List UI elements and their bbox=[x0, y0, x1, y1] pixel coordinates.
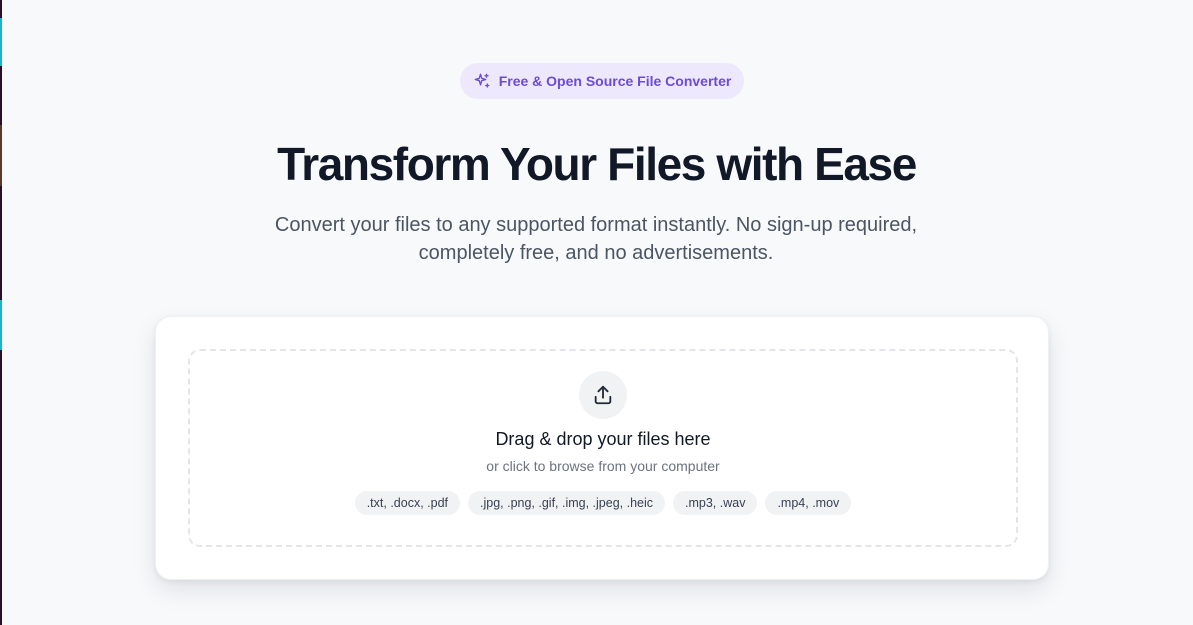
format-chip-video: .mp4, .mov bbox=[765, 491, 852, 515]
hero-badge: Free & Open Source File Converter bbox=[460, 63, 744, 99]
badge-label: Free & Open Source File Converter bbox=[498, 73, 732, 89]
file-dropzone[interactable]: Drag & drop your files here or click to … bbox=[188, 349, 1018, 547]
page-title: Transform Your Files with Ease bbox=[277, 138, 917, 190]
page-subtitle: Convert your files to any supported form… bbox=[274, 214, 918, 264]
upload-card: Drag & drop your files here or click to … bbox=[155, 316, 1049, 580]
sparkles-icon bbox=[473, 72, 491, 90]
format-chip-documents: .txt, .docx, .pdf bbox=[354, 491, 460, 515]
dropzone-title: Drag & drop your files here bbox=[495, 429, 711, 449]
upload-icon-circle bbox=[579, 371, 627, 419]
format-chip-audio: .mp3, .wav bbox=[673, 491, 758, 515]
upload-icon bbox=[592, 384, 614, 406]
dropzone-subtitle: or click to browse from your computer bbox=[486, 458, 720, 474]
supported-formats: .txt, .docx, .pdf .jpg, .png, .gif, .img… bbox=[190, 491, 1016, 515]
window-edge-strip bbox=[0, 0, 2, 625]
format-chip-images: .jpg, .png, .gif, .img, .jpeg, .heic bbox=[468, 491, 666, 515]
